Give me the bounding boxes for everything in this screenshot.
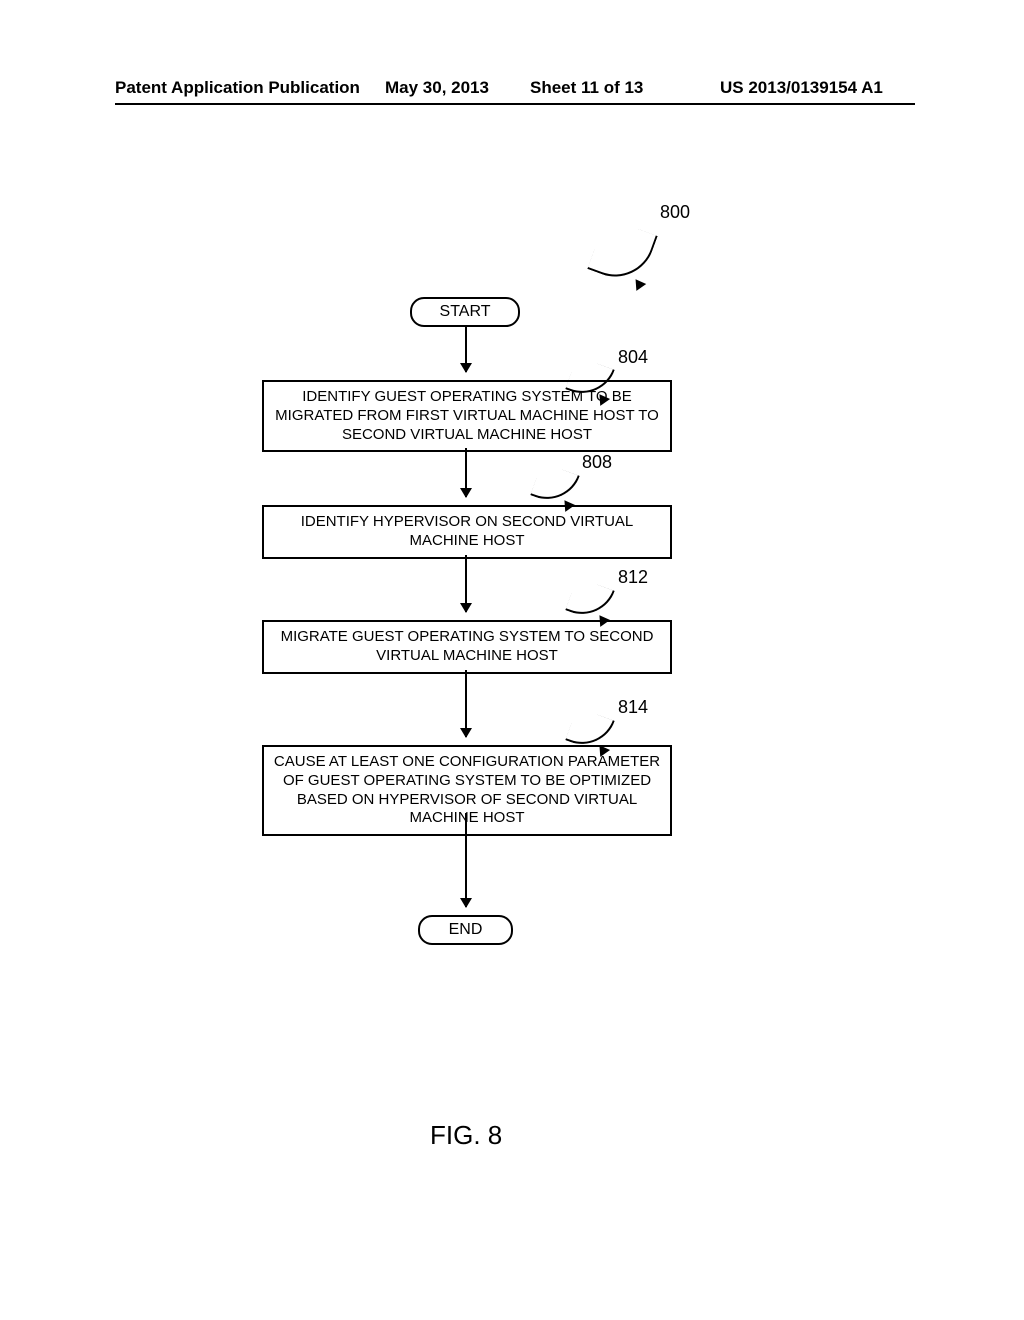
arrow-808-to-812 [465,555,467,612]
ref-808: 808 [582,452,612,473]
patent-page: Patent Application Publication May 30, 2… [0,0,1024,1320]
header-pub-number: US 2013/0139154 A1 [720,78,883,98]
ref-804: 804 [618,347,648,368]
arrow-814-to-end [465,813,467,907]
step-804: IDENTIFY GUEST OPERATING SYSTEM TO BE MI… [262,380,672,452]
ref-800: 800 [660,202,690,223]
terminator-start: START [410,297,520,327]
terminator-end: END [418,915,513,945]
step-808: IDENTIFY HYPERVISOR ON SECOND VIRTUAL MA… [262,505,672,559]
figure-label: FIG. 8 [430,1120,502,1151]
step-814: CAUSE AT LEAST ONE CONFIGURATION PARAMET… [262,745,672,836]
header-date: May 30, 2013 [385,78,489,98]
ref-808-pointer [530,462,580,509]
ref-812-pointer [565,577,615,624]
arrow-start-to-804 [465,327,467,372]
ref-800-pointer [587,217,657,287]
header-sheet: Sheet 11 of 13 [530,78,643,98]
arrow-804-to-808 [465,448,467,497]
arrow-812-to-814 [465,670,467,737]
step-812: MIGRATE GUEST OPERATING SYSTEM TO SECOND… [262,620,672,674]
ref-812: 812 [618,567,648,588]
ref-814: 814 [618,697,648,718]
header-rule [115,103,915,105]
header-publication: Patent Application Publication [115,78,360,98]
